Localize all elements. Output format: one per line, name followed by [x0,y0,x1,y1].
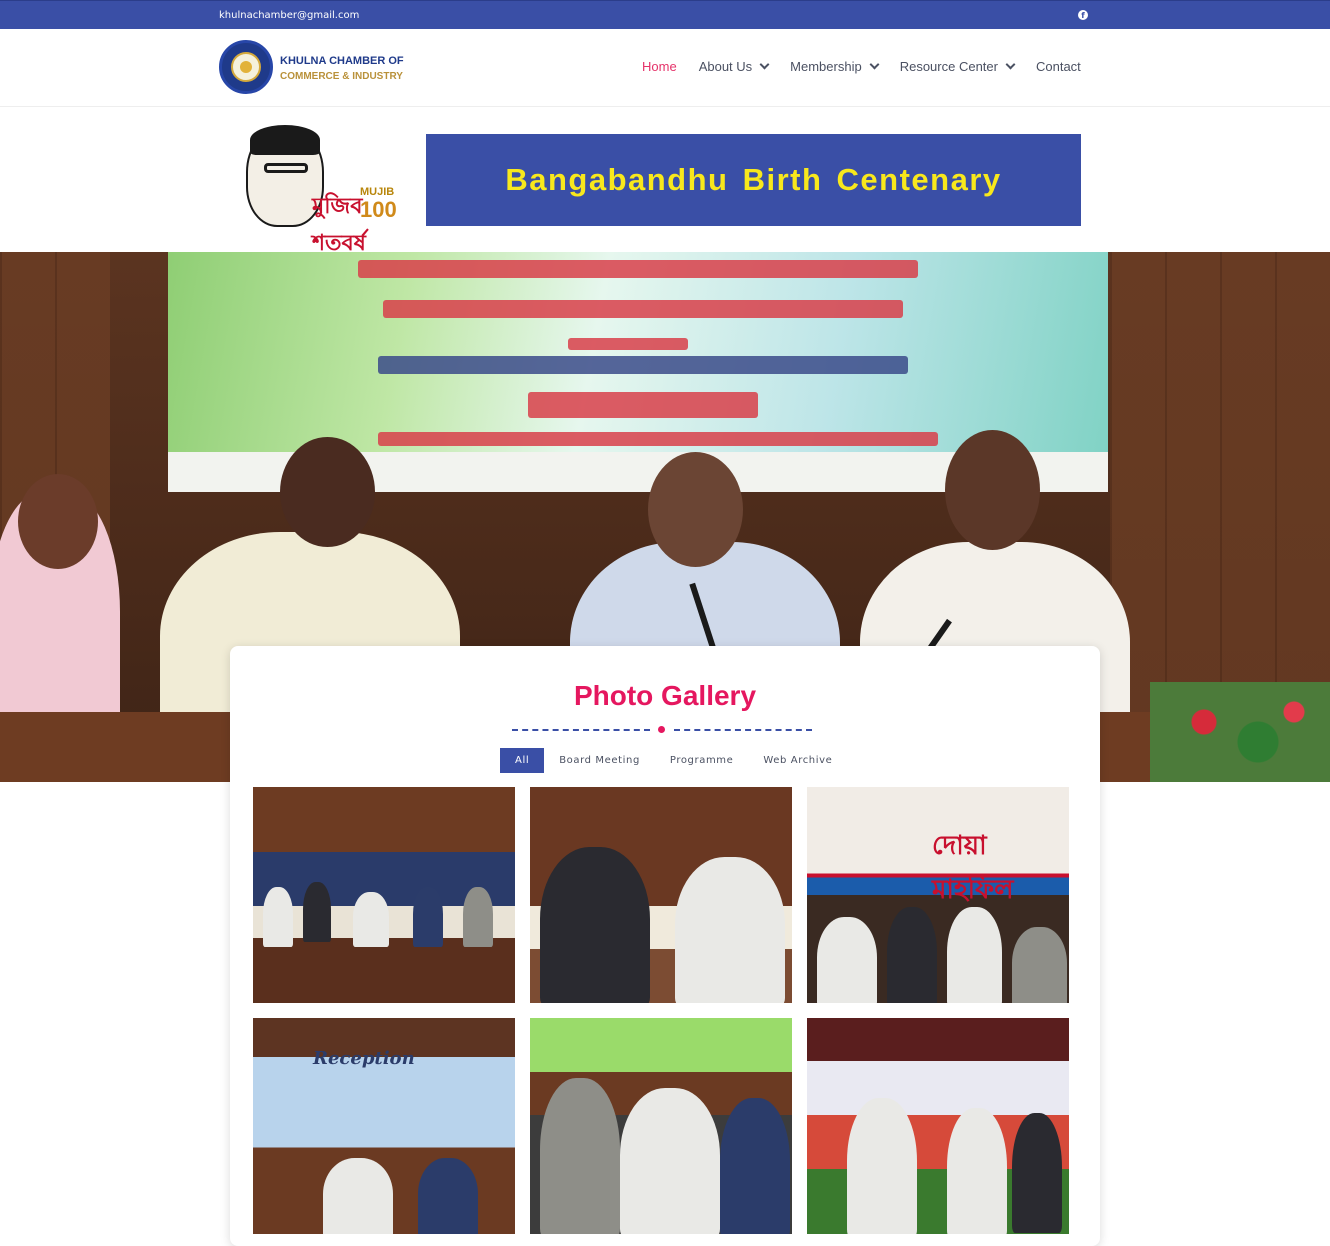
gallery-filters: All Board Meeting Programme Web Archive [500,748,847,773]
flower-decoration [1150,682,1330,782]
contact-email[interactable]: khulnachamber@gmail.com [219,10,359,21]
facebook-icon[interactable]: f [1078,10,1088,20]
photo-3-caption: দোয়া মাহফিল [932,831,1014,905]
centenary-banner-area: মুজিব শতবর্ষ MUJIB 100 Bangabandhu Birth … [0,107,1330,255]
nav-about-us[interactable]: About Us [698,59,770,74]
main-nav: Home About Us Membership Resource Center… [642,59,1081,74]
chevron-down-icon [1005,59,1016,70]
chevron-down-icon [869,59,880,70]
chamber-logo-seal[interactable] [219,40,273,94]
nav-home-label: Home [642,59,677,74]
nav-contact[interactable]: Contact [1036,59,1081,74]
mujib-100-mark: MUJIB 100 [360,187,397,222]
photo-4-caption: Reception [313,1048,415,1069]
nav-membership[interactable]: Membership [790,59,880,74]
gallery-photo-2[interactable] [530,787,792,1003]
gallery-photo-3[interactable]: দোয়া মাহফিল [807,787,1069,1003]
mujib-100-logo: মুজিব শতবর্ষ MUJIB 100 [240,125,400,255]
filter-programme[interactable]: Programme [655,748,749,773]
gallery-photo-5[interactable] [530,1018,792,1234]
filter-board-meeting[interactable]: Board Meeting [544,748,655,773]
gallery-title: Photo Gallery [573,680,757,711]
logo-line-1: KHULNA CHAMBER OF [280,55,404,67]
nav-resource-center[interactable]: Resource Center [899,59,1016,74]
filter-web-archive[interactable]: Web Archive [748,748,847,773]
gallery-photo-6[interactable] [807,1018,1069,1234]
top-bar: khulnachamber@gmail.com f [0,0,1330,29]
centenary-text: Bangabandhu Birth Centenary [505,162,1002,197]
nav-resource-center-label: Resource Center [899,59,998,74]
centenary-banner[interactable]: Bangabandhu Birth Centenary [426,134,1081,226]
chevron-down-icon [759,59,770,70]
gallery-photo-1[interactable] [253,787,515,1003]
nav-home[interactable]: Home [642,59,677,74]
site-header: KHULNA CHAMBER OF COMMERCE & INDUSTRY Ho… [0,29,1330,107]
mujib-number: 100 [360,197,397,222]
title-divider [512,726,812,733]
logo-line-2: COMMERCE & INDUSTRY [280,71,403,82]
site-logo-text[interactable]: KHULNA CHAMBER OF COMMERCE & INDUSTRY [280,54,404,84]
filter-all[interactable]: All [500,748,545,773]
nav-contact-label: Contact [1035,59,1081,74]
nav-membership-label: Membership [790,59,862,74]
gallery-photo-4[interactable]: Reception [253,1018,515,1234]
nav-about-us-label: About Us [698,59,753,74]
